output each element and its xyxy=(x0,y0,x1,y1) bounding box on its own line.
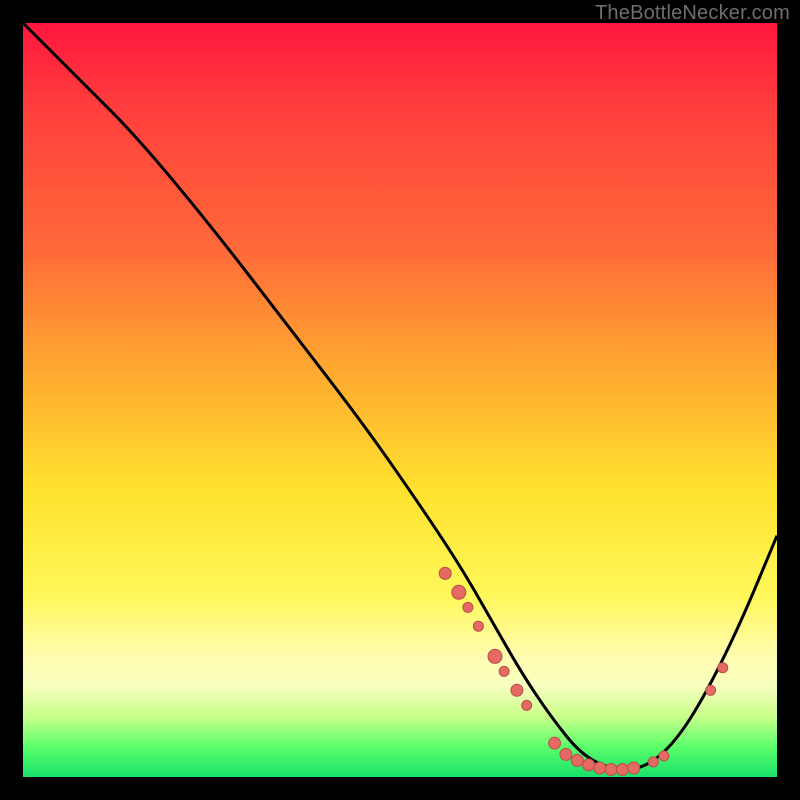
bottleneck-curve xyxy=(23,23,777,777)
data-marker xyxy=(706,685,716,695)
watermark-label: TheBottleNecker.com xyxy=(595,2,790,25)
curve-line xyxy=(23,23,777,770)
data-marker xyxy=(659,751,669,761)
data-marker xyxy=(452,585,466,599)
data-marker xyxy=(488,649,502,663)
data-marker xyxy=(628,762,640,774)
data-marker xyxy=(522,700,532,710)
data-marker xyxy=(583,759,595,771)
data-marker xyxy=(473,621,483,631)
data-marker xyxy=(648,757,658,767)
data-marker xyxy=(549,737,561,749)
data-marker xyxy=(605,764,617,776)
data-marker xyxy=(463,602,473,612)
data-marker xyxy=(499,666,509,676)
data-marker xyxy=(439,567,451,579)
chart-stage: TheBottleNecker.com xyxy=(0,0,800,800)
data-marker xyxy=(616,764,628,776)
plot-area xyxy=(23,23,777,777)
data-marker xyxy=(571,754,583,766)
curve-markers xyxy=(439,567,728,775)
data-marker xyxy=(511,684,523,696)
data-marker xyxy=(718,663,728,673)
data-marker xyxy=(594,762,606,774)
data-marker xyxy=(560,748,572,760)
